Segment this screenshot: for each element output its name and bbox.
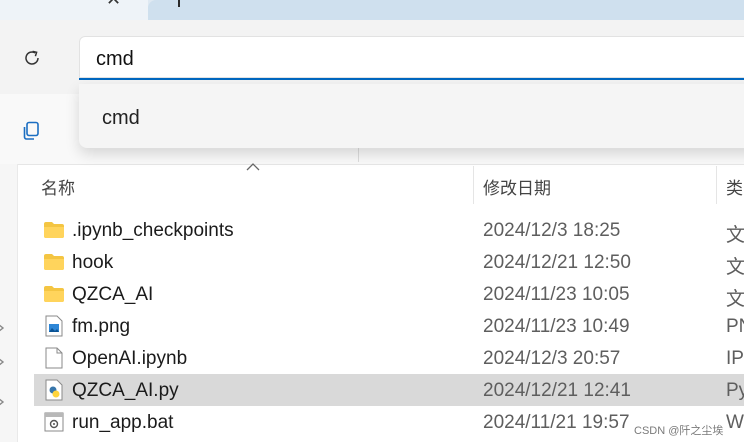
column-header-name[interactable]: 名称 [41,174,75,199]
address-input[interactable] [94,45,698,73]
file-row[interactable]: QZCA_AI 2024/11/23 10:05 文 [34,278,744,310]
folder-icon [43,283,65,305]
file-type: 文 [726,225,744,246]
file-row[interactable]: OpenAI.ipynb 2024/12/3 20:57 IPY [34,342,744,374]
file-modified: 2024/11/23 10:49 [483,316,630,337]
column-separator[interactable] [473,166,474,204]
chevron-right-icon[interactable] [0,397,5,407]
file-modified: 2024/11/21 19:57 [483,412,630,433]
file-modified: 2024/11/23 10:05 [483,284,630,305]
image-file-icon [43,315,65,337]
tab-active[interactable] [148,0,744,20]
file-modified: 2024/12/3 18:25 [483,220,621,241]
file-type: Py [726,380,744,401]
watermark: CSDN @阡之尘埃 [634,425,724,437]
close-icon[interactable]: ✕ [106,0,121,10]
file-type: 文 [726,257,744,278]
folder-icon [43,219,65,241]
address-bar[interactable] [79,36,744,80]
refresh-icon [25,50,39,65]
file-modified: 2024/12/21 12:41 [483,380,631,401]
file-row[interactable]: hook 2024/12/21 12:50 文 [34,246,744,278]
file-name: hook [72,252,114,273]
chevron-right-icon[interactable] [0,323,5,333]
python-file-icon [43,379,65,401]
file-modified: 2024/12/21 12:50 [483,252,631,273]
pane-divider [17,164,18,442]
file-modified: 2024/12/3 20:57 [483,348,621,369]
chevron-right-icon[interactable] [0,357,5,367]
file-name: fm.png [72,316,131,337]
file-name: .ipynb_checkpoints [72,220,234,241]
toolbar-divider [358,148,359,162]
column-separator[interactable] [716,166,717,204]
file-type: PN [726,316,744,337]
folder-icon [43,251,65,273]
tab-separator [178,0,180,7]
file-name: OpenAI.ipynb [72,348,188,369]
file-name: QZCA_AI [72,284,154,305]
file-name: run_app.bat [72,412,174,433]
file-row[interactable]: fm.png 2024/11/23 10:49 PN [34,310,744,342]
tab-inactive[interactable]: ✕ [0,0,148,20]
copy-icon [23,121,39,140]
column-header-type[interactable]: 类 [726,174,743,199]
file-type: IPY [726,348,744,369]
column-header-modified[interactable]: 修改日期 [483,174,551,199]
file-row[interactable]: .ipynb_checkpoints 2024/12/3 18:25 文 [34,214,744,246]
copy-button[interactable] [18,118,44,144]
address-suggestions: cmd [79,84,744,148]
refresh-button[interactable] [18,44,46,72]
file-row-selected[interactable]: QZCA_AI.py 2024/12/21 12:41 Py [34,374,744,406]
blank-file-icon [43,347,65,369]
batch-file-icon [43,411,65,433]
suggestion-item[interactable]: cmd [102,107,140,130]
file-type: W [726,412,744,433]
file-name: QZCA_AI.py [72,380,179,401]
file-type: 文 [726,289,744,310]
sort-ascending-icon [246,163,260,171]
